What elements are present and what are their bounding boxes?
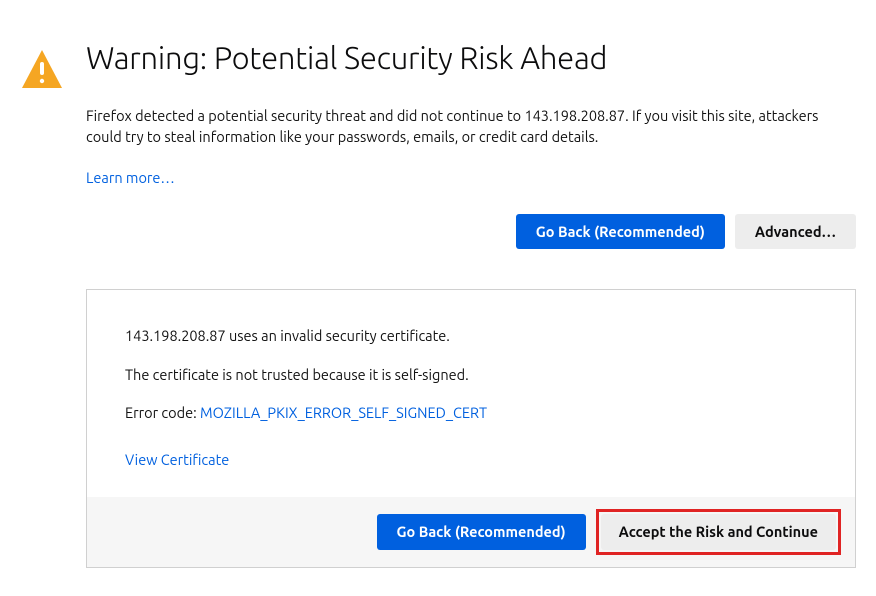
top-button-row: Go Back (Recommended) Advanced… <box>86 214 856 249</box>
advanced-details-panel: 143.198.208.87 uses an invalid security … <box>86 289 856 567</box>
accept-highlight: Accept the Risk and Continue <box>596 509 841 554</box>
cert-invalid-text: 143.198.208.87 uses an invalid security … <box>125 326 817 346</box>
header-row: Warning: Potential Security Risk Ahead F… <box>20 40 856 568</box>
cert-self-signed-text: The certificate is not trusted because i… <box>125 365 817 385</box>
page-title: Warning: Potential Security Risk Ahead <box>86 40 856 75</box>
details-body: 143.198.208.87 uses an invalid security … <box>87 290 855 497</box>
warning-icon <box>20 48 64 96</box>
error-code-prefix: Error code: <box>125 404 200 421</box>
go-back-button[interactable]: Go Back (Recommended) <box>516 214 725 249</box>
warning-description: Firefox detected a potential security th… <box>86 105 856 147</box>
view-certificate-link[interactable]: View Certificate <box>125 451 229 468</box>
error-code-link[interactable]: MOZILLA_PKIX_ERROR_SELF_SIGNED_CERT <box>200 404 487 421</box>
security-warning-page: Warning: Potential Security Risk Ahead F… <box>0 0 876 596</box>
content-column: Warning: Potential Security Risk Ahead F… <box>86 40 856 568</box>
accept-risk-continue-button[interactable]: Accept the Risk and Continue <box>601 514 836 549</box>
details-footer: Go Back (Recommended) Accept the Risk an… <box>87 497 855 566</box>
advanced-button[interactable]: Advanced… <box>735 214 856 249</box>
learn-more-link[interactable]: Learn more… <box>86 169 856 186</box>
go-back-button-footer[interactable]: Go Back (Recommended) <box>377 514 586 549</box>
error-code-line: Error code: MOZILLA_PKIX_ERROR_SELF_SIGN… <box>125 403 817 423</box>
